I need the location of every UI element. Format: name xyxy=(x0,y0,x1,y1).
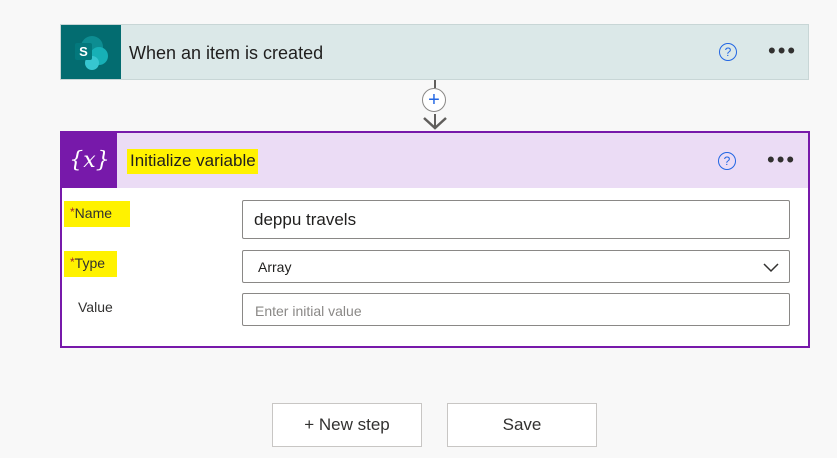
initialize-variable-card: {x} Initialize variable ? ••• *Name depp… xyxy=(60,131,810,348)
sharepoint-letter: S xyxy=(79,44,88,59)
value-label: Value xyxy=(78,299,113,315)
save-button[interactable]: Save xyxy=(447,403,597,447)
trigger-title[interactable]: When an item is created xyxy=(129,43,323,64)
name-input[interactable]: deppu travels xyxy=(242,200,790,239)
action-title[interactable]: Initialize variable xyxy=(127,149,258,174)
name-input-value: deppu travels xyxy=(254,210,357,229)
more-options-icon[interactable]: ••• xyxy=(767,149,796,171)
sharepoint-icon: S xyxy=(61,25,121,79)
action-header[interactable]: {x} Initialize variable ? ••• xyxy=(62,133,808,188)
type-label: *Type xyxy=(64,251,118,277)
type-label-text: Type xyxy=(74,255,106,271)
help-icon[interactable]: ? xyxy=(718,152,736,170)
name-label: *Name xyxy=(64,201,131,227)
name-label-text: Name xyxy=(74,205,113,221)
variable-icon: {x} xyxy=(62,133,117,188)
trigger-card[interactable]: S When an item is created ? ••• xyxy=(60,24,809,80)
more-options-icon[interactable]: ••• xyxy=(768,40,797,62)
new-step-button[interactable]: + New step xyxy=(272,403,422,447)
value-input-placeholder: Enter initial value xyxy=(255,303,362,319)
value-input[interactable]: Enter initial value xyxy=(242,293,790,326)
add-action-button[interactable]: + xyxy=(422,88,446,112)
help-icon[interactable]: ? xyxy=(719,43,737,61)
type-select-value: Array xyxy=(258,259,292,275)
arrow-down-icon xyxy=(423,114,447,130)
type-select[interactable]: Array xyxy=(242,250,790,283)
connector-line xyxy=(434,80,436,88)
chevron-down-icon xyxy=(763,263,779,273)
